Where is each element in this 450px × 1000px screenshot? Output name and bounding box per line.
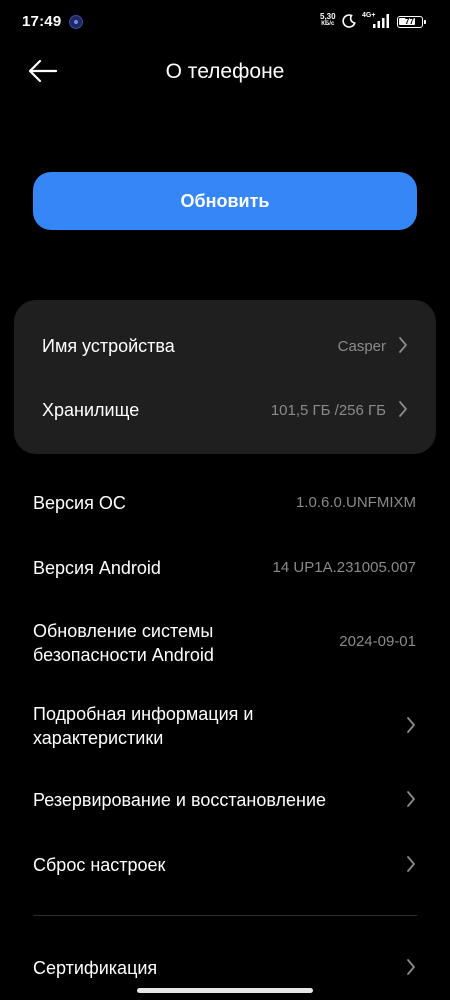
certification-label: Сертификация [33, 958, 158, 978]
factory-reset-label: Сброс настроек [33, 855, 166, 875]
security-update-label-line1: Обновление системы [33, 621, 214, 641]
security-update-value: 2024-09-01 [339, 633, 416, 650]
security-update-row[interactable]: Обновление системы безопасности Android … [0, 612, 450, 674]
os-version-value: 1.0.6.0.UNFMIXM [295, 494, 416, 511]
status-bar: 17:49 5,30 КБ/с 4G+ 77 [0, 0, 450, 44]
chevron-right-icon [407, 959, 415, 975]
header: О телефоне [0, 48, 450, 98]
backup-restore-label: Резервирование и восстановление [33, 790, 327, 810]
android-version-label: Версия Android [33, 558, 161, 578]
network-speed-value: 5,30 [320, 12, 336, 21]
battery-percent: 77 [405, 17, 414, 26]
os-version-label: Версия ОС [33, 493, 126, 513]
storage-label: Хранилище [42, 400, 140, 420]
vpn-icon [69, 15, 83, 29]
signal-strength-icon [373, 14, 389, 28]
storage-value: 101,5 ГБ /256 ГБ [270, 402, 386, 419]
details-label-line1: Подробная информация и [33, 704, 254, 724]
chevron-right-icon [399, 337, 407, 353]
details-row[interactable]: Подробная информация и характеристики [0, 695, 450, 757]
chevron-right-icon [407, 791, 415, 807]
backup-restore-row[interactable]: Резервирование и восстановление [0, 775, 450, 825]
android-version-value: 14 UP1A.231005.007 [272, 559, 416, 576]
certification-row[interactable]: Сертификация [0, 943, 450, 993]
security-update-label: Обновление системы безопасности Android [33, 619, 214, 667]
storage-row[interactable]: Хранилище 101,5 ГБ /256 ГБ [14, 378, 436, 442]
android-version-row[interactable]: Версия Android 14 UP1A.231005.007 [0, 543, 450, 593]
device-name-row[interactable]: Имя устройства Casper [14, 314, 436, 378]
os-version-row[interactable]: Версия ОС 1.0.6.0.UNFMIXM [0, 478, 450, 528]
status-time: 17:49 [22, 13, 62, 30]
page-title: О телефоне [165, 60, 285, 83]
chevron-right-icon [407, 717, 415, 733]
home-indicator[interactable] [137, 988, 313, 993]
network-speed: 5,30 КБ/с [320, 13, 336, 28]
device-name-value: Casper [337, 338, 386, 355]
device-name-label: Имя устройства [42, 336, 175, 356]
device-card: Имя устройства Casper Хранилище 101,5 ГБ… [14, 300, 436, 454]
battery-icon: 77 [397, 16, 426, 28]
do-not-disturb-moon-icon [342, 14, 356, 28]
details-label-line2: характеристики [33, 728, 164, 748]
chevron-right-icon [399, 401, 407, 417]
network-speed-unit: КБ/с [321, 21, 335, 27]
divider [33, 915, 417, 916]
security-update-label-line2: безопасности Android [33, 645, 214, 665]
factory-reset-row[interactable]: Сброс настроек [0, 840, 450, 890]
update-button[interactable]: Обновить [33, 172, 417, 230]
chevron-right-icon [407, 856, 415, 872]
details-label: Подробная информация и характеристики [33, 702, 253, 750]
